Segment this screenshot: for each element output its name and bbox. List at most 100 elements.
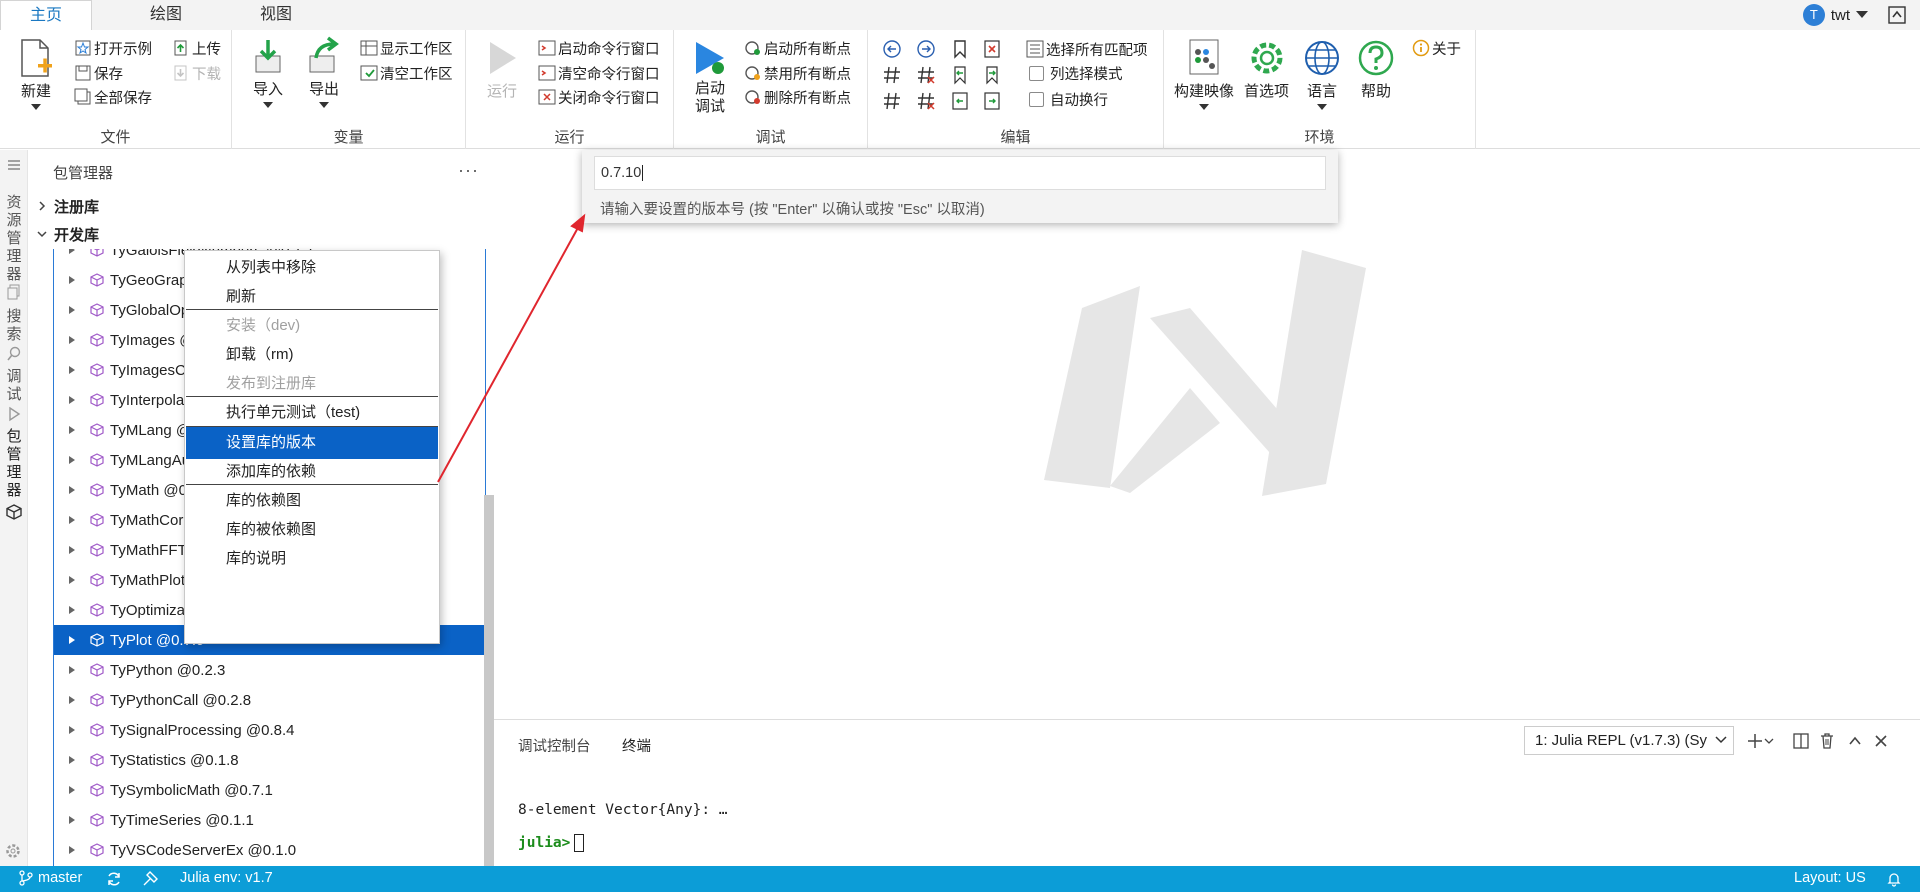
chevron-right-icon[interactable] [68, 305, 76, 315]
keyboard-layout-status[interactable]: Layout: US [1794, 870, 1866, 886]
julia-env-status[interactable]: Julia env: v1.7 [180, 870, 273, 886]
indent-right-icon[interactable] [982, 65, 1002, 85]
hash-clear-icon[interactable] [916, 91, 936, 111]
format-left-icon[interactable] [950, 91, 970, 111]
run-button[interactable]: 运行 [482, 38, 522, 101]
tab-plot[interactable]: 绘图 [130, 0, 202, 30]
chevron-right-icon[interactable] [68, 665, 76, 675]
package-row[interactable]: TyPython @0.2.3 [54, 655, 485, 685]
chevron-right-icon[interactable] [68, 725, 76, 735]
activity-debug[interactable]: 调试 [0, 368, 28, 404]
package-row[interactable]: TySignalProcessing @0.8.4 [54, 715, 485, 745]
language-button[interactable]: 语言 [1302, 38, 1342, 110]
build-image-button[interactable]: 构建映像 [1174, 38, 1234, 110]
collapse-ribbon-icon[interactable] [1888, 6, 1906, 24]
new-button[interactable]: 新建 [16, 38, 56, 110]
enable-breakpoints-button[interactable]: 启动所有断点 [744, 37, 851, 59]
chevron-down-icon[interactable] [1764, 732, 1774, 750]
activity-explorer[interactable]: 资源管理器 [0, 194, 28, 284]
sidebar-scrollbar[interactable] [484, 495, 494, 866]
bookmark-icon[interactable] [950, 39, 970, 59]
chevron-right-icon[interactable] [68, 249, 76, 255]
start-cmd-button[interactable]: 启动命令行窗口 [538, 37, 660, 59]
upload-button[interactable]: 上传 [172, 37, 221, 59]
indent-left-icon[interactable] [950, 65, 970, 85]
clear-workspace-button[interactable]: 清空工作区 [360, 62, 453, 84]
bookmark-clear-icon[interactable] [982, 39, 1002, 59]
checkbox[interactable] [1029, 65, 1044, 81]
help-button[interactable]: 帮助 [1356, 38, 1396, 101]
clear-cmd-button[interactable]: 清空命令行窗口 [538, 62, 660, 84]
section-registry[interactable]: 注册库 [28, 194, 494, 218]
context-menu-item[interactable]: 执行单元测试（test) [186, 396, 438, 429]
select-all-matches-button[interactable]: 选择所有匹配项 [1026, 38, 1148, 60]
chevron-right-icon[interactable] [68, 635, 76, 645]
chevron-right-icon[interactable] [68, 845, 76, 855]
chevron-right-icon[interactable] [68, 695, 76, 705]
close-icon[interactable] [1872, 732, 1890, 750]
tab-home[interactable]: 主页 [0, 0, 92, 31]
chevron-right-icon[interactable] [68, 365, 76, 375]
chevron-right-icon[interactable] [68, 485, 76, 495]
activity-package-manager[interactable]: 包管理器 [0, 428, 28, 500]
import-button[interactable]: 导入 [248, 36, 288, 108]
save-button[interactable]: 保存 [74, 62, 123, 84]
chevron-right-icon[interactable] [68, 605, 76, 615]
chevron-right-icon[interactable] [68, 785, 76, 795]
branch-status[interactable]: master [18, 870, 82, 886]
export-button[interactable]: 导出 [304, 36, 344, 108]
chevron-right-icon[interactable] [68, 755, 76, 765]
chevron-right-icon[interactable] [68, 575, 76, 585]
arrow-right-circle-icon[interactable] [916, 39, 936, 59]
terminal-select[interactable]: 1: Julia REPL (v1.7.3) (Sy [1524, 726, 1734, 755]
uncomment-icon[interactable] [916, 65, 936, 85]
user-menu[interactable]: T twt [1802, 4, 1868, 26]
remote-icon[interactable] [142, 871, 158, 887]
chevron-right-icon[interactable] [68, 425, 76, 435]
chevron-right-icon[interactable] [68, 335, 76, 345]
package-row[interactable]: TyPythonCall @0.2.8 [54, 685, 485, 715]
delete-breakpoints-button[interactable]: 删除所有断点 [744, 86, 851, 108]
sync-icon[interactable] [106, 871, 122, 887]
maximize-panel-icon[interactable] [1846, 732, 1864, 750]
add-terminal-icon[interactable] [1746, 732, 1764, 750]
version-input[interactable]: 0.7.10 [594, 156, 1326, 190]
about-button[interactable]: 关于 [1412, 37, 1461, 59]
chevron-right-icon[interactable] [68, 545, 76, 555]
tab-debug-console[interactable]: 调试控制台 [518, 735, 591, 756]
bell-icon[interactable] [1886, 871, 1902, 887]
activity-search[interactable]: 搜索 [0, 308, 28, 344]
hash-icon[interactable] [882, 91, 902, 111]
more-actions-icon[interactable]: ··· [458, 160, 479, 181]
section-dev[interactable]: 开发库 [28, 222, 494, 246]
comment-icon[interactable] [882, 65, 902, 85]
chevron-right-icon[interactable] [68, 815, 76, 825]
chevron-right-icon[interactable] [68, 515, 76, 525]
preferences-button[interactable]: 首选项 [1244, 38, 1289, 101]
tab-terminal[interactable]: 终端 [622, 735, 651, 756]
trash-icon[interactable] [1818, 732, 1836, 750]
context-menu-item[interactable]: 库的说明 [186, 542, 438, 575]
tab-view[interactable]: 视图 [240, 0, 312, 30]
word-wrap-checkbox[interactable]: 自动换行 [1029, 88, 1108, 110]
menu-icon[interactable] [6, 157, 22, 173]
package-row[interactable]: TyVSCodeServerEx @0.1.0 [54, 835, 485, 865]
checkbox[interactable] [1029, 91, 1044, 107]
chevron-right-icon[interactable] [68, 455, 76, 465]
arrow-left-circle-icon[interactable] [882, 39, 902, 59]
column-select-checkbox[interactable]: 列选择模式 [1029, 62, 1123, 84]
package-row[interactable]: TyTimeSeries @0.1.1 [54, 805, 485, 835]
open-example-button[interactable]: 打开示例 [74, 37, 152, 59]
chevron-right-icon[interactable] [68, 275, 76, 285]
settings-icon[interactable] [5, 843, 21, 859]
package-row[interactable]: TySymbolicMath @0.7.1 [54, 775, 485, 805]
download-button[interactable]: 下载 [172, 62, 221, 84]
package-row[interactable]: TyStatistics @0.1.8 [54, 745, 485, 775]
format-right-icon[interactable] [982, 91, 1002, 111]
disable-breakpoints-button[interactable]: 禁用所有断点 [744, 62, 851, 84]
terminal-prompt-line[interactable]: julia> [518, 834, 585, 852]
split-terminal-icon[interactable] [1792, 732, 1810, 750]
show-workspace-button[interactable]: 显示工作区 [360, 37, 453, 59]
save-all-button[interactable]: 全部保存 [74, 86, 152, 108]
chevron-right-icon[interactable] [68, 395, 76, 405]
